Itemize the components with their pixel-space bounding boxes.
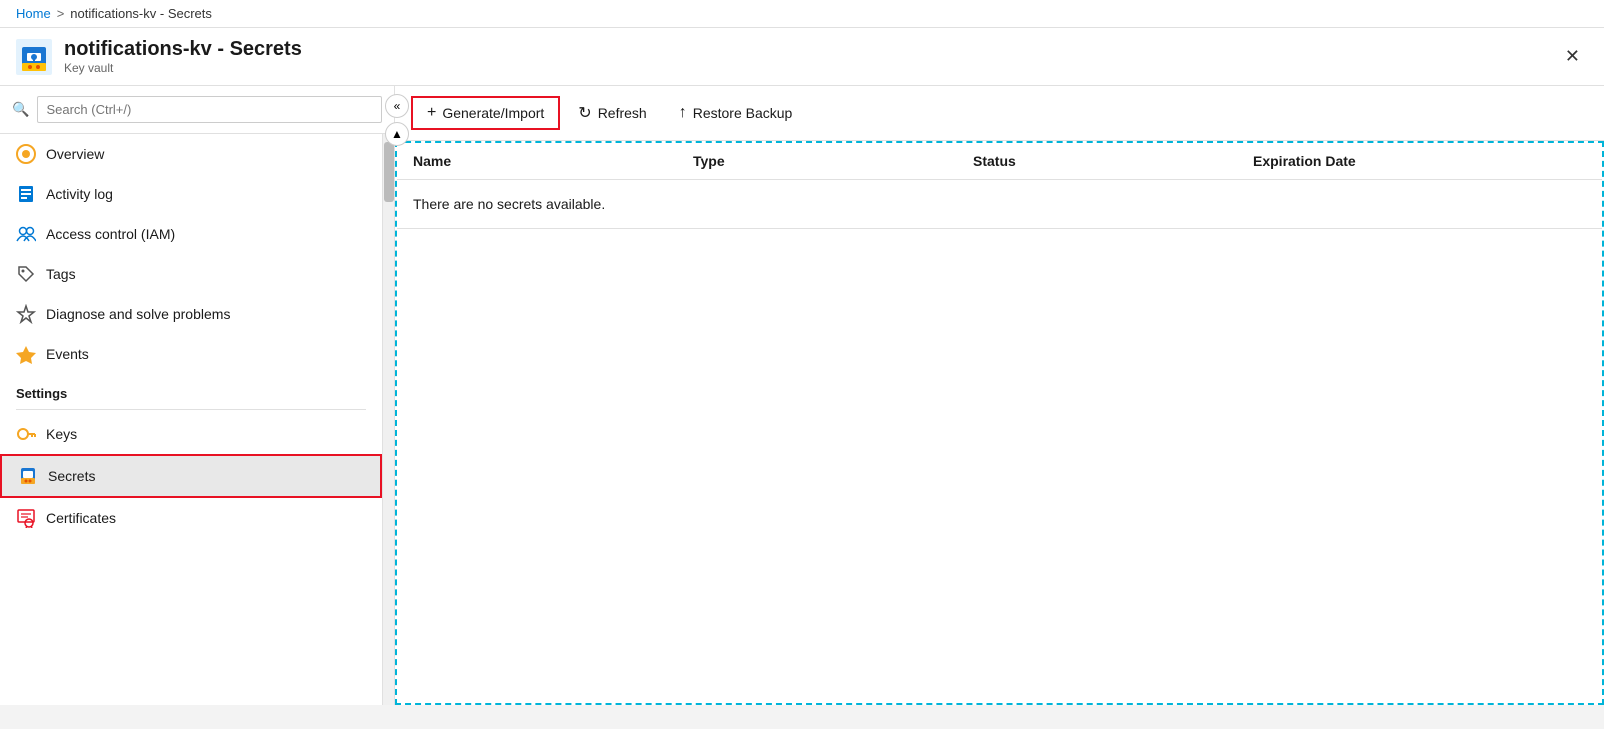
access-control-icon (16, 224, 36, 244)
sidebar: 🔍 Overview (0, 86, 395, 705)
refresh-button[interactable]: ↻ Refresh (564, 97, 660, 129)
sidebar-item-label-activity-log: Activity log (46, 186, 113, 202)
breadcrumb-current: notifications-kv - Secrets (70, 6, 212, 21)
collapse-sidebar-button[interactable]: « (385, 94, 409, 118)
column-expiration: Expiration Date (1253, 153, 1586, 169)
restore-icon: ↑ (679, 104, 687, 122)
breadcrumb-home[interactable]: Home (16, 6, 51, 21)
diagnose-icon (16, 304, 36, 324)
content-area: + Generate/Import ↻ Refresh ↑ Restore Ba… (395, 86, 1604, 705)
close-button[interactable]: ✕ (1557, 42, 1588, 71)
activity-log-icon (16, 184, 36, 204)
main-layout: 🔍 Overview (0, 86, 1604, 705)
sidebar-item-label-tags: Tags (46, 266, 76, 282)
sidebar-item-tags[interactable]: Tags (0, 254, 382, 294)
sidebar-item-label-secrets: Secrets (48, 468, 95, 484)
breadcrumb-bar: Home > notifications-kv - Secrets (0, 0, 1604, 28)
keys-icon (16, 424, 36, 444)
certificates-icon (16, 508, 36, 528)
page-title: notifications-kv - Secrets (64, 38, 302, 61)
search-box: 🔍 (0, 86, 394, 134)
events-icon (16, 344, 36, 364)
refresh-label: Refresh (598, 105, 647, 121)
sidebar-item-diagnose[interactable]: Diagnose and solve problems (0, 294, 382, 334)
column-type: Type (693, 153, 973, 169)
sidebar-item-label-access-control: Access control (IAM) (46, 226, 175, 242)
sidebar-scrollbar (382, 134, 394, 705)
column-status: Status (973, 153, 1253, 169)
secrets-table-area: Name Type Status Expiration Date There a… (395, 141, 1604, 705)
secrets-icon (18, 466, 38, 486)
resource-icon (16, 39, 52, 75)
overview-icon (16, 144, 36, 164)
sidebar-item-label-keys: Keys (46, 426, 77, 442)
header-left: notifications-kv - Secrets Key vault (16, 38, 302, 75)
settings-divider (16, 409, 366, 410)
refresh-icon: ↻ (578, 103, 591, 123)
sidebar-item-label-certificates: Certificates (46, 510, 116, 526)
empty-message: There are no secrets available. (397, 180, 1602, 229)
sidebar-scroll-thumb[interactable] (384, 142, 394, 202)
sidebar-item-overview[interactable]: Overview (0, 134, 382, 174)
scroll-up-button[interactable]: ▲ (385, 122, 409, 146)
tags-icon (16, 264, 36, 284)
sidebar-item-secrets[interactable]: Secrets (0, 454, 382, 498)
sidebar-item-keys[interactable]: Keys (0, 414, 382, 454)
generate-import-button[interactable]: + Generate/Import (411, 96, 560, 130)
page-subtitle: Key vault (64, 61, 302, 75)
sidebar-scroll-wrapper: Overview Activity log (0, 134, 394, 705)
generate-import-label: Generate/Import (442, 105, 544, 121)
sidebar-item-label-overview: Overview (46, 146, 104, 162)
sidebar-item-access-control[interactable]: Access control (IAM) (0, 214, 382, 254)
plus-icon: + (427, 104, 436, 122)
settings-section-header: Settings (0, 374, 382, 405)
search-icon: 🔍 (12, 101, 29, 118)
sidebar-item-certificates[interactable]: Certificates (0, 498, 382, 538)
sidebar-item-label-events: Events (46, 346, 89, 362)
restore-backup-label: Restore Backup (693, 105, 793, 121)
sidebar-item-events[interactable]: Events (0, 334, 382, 374)
title-block: notifications-kv - Secrets Key vault (64, 38, 302, 75)
search-input[interactable] (37, 96, 382, 123)
restore-backup-button[interactable]: ↑ Restore Backup (665, 98, 807, 128)
column-name: Name (413, 153, 693, 169)
page-header: notifications-kv - Secrets Key vault ✕ (0, 28, 1604, 86)
table-header: Name Type Status Expiration Date (397, 143, 1602, 180)
sidebar-item-label-diagnose: Diagnose and solve problems (46, 306, 230, 322)
breadcrumb-separator: > (57, 6, 65, 21)
sidebar-item-activity-log[interactable]: Activity log (0, 174, 382, 214)
sidebar-nav: Overview Activity log (0, 134, 382, 705)
toolbar: + Generate/Import ↻ Refresh ↑ Restore Ba… (395, 86, 1604, 141)
